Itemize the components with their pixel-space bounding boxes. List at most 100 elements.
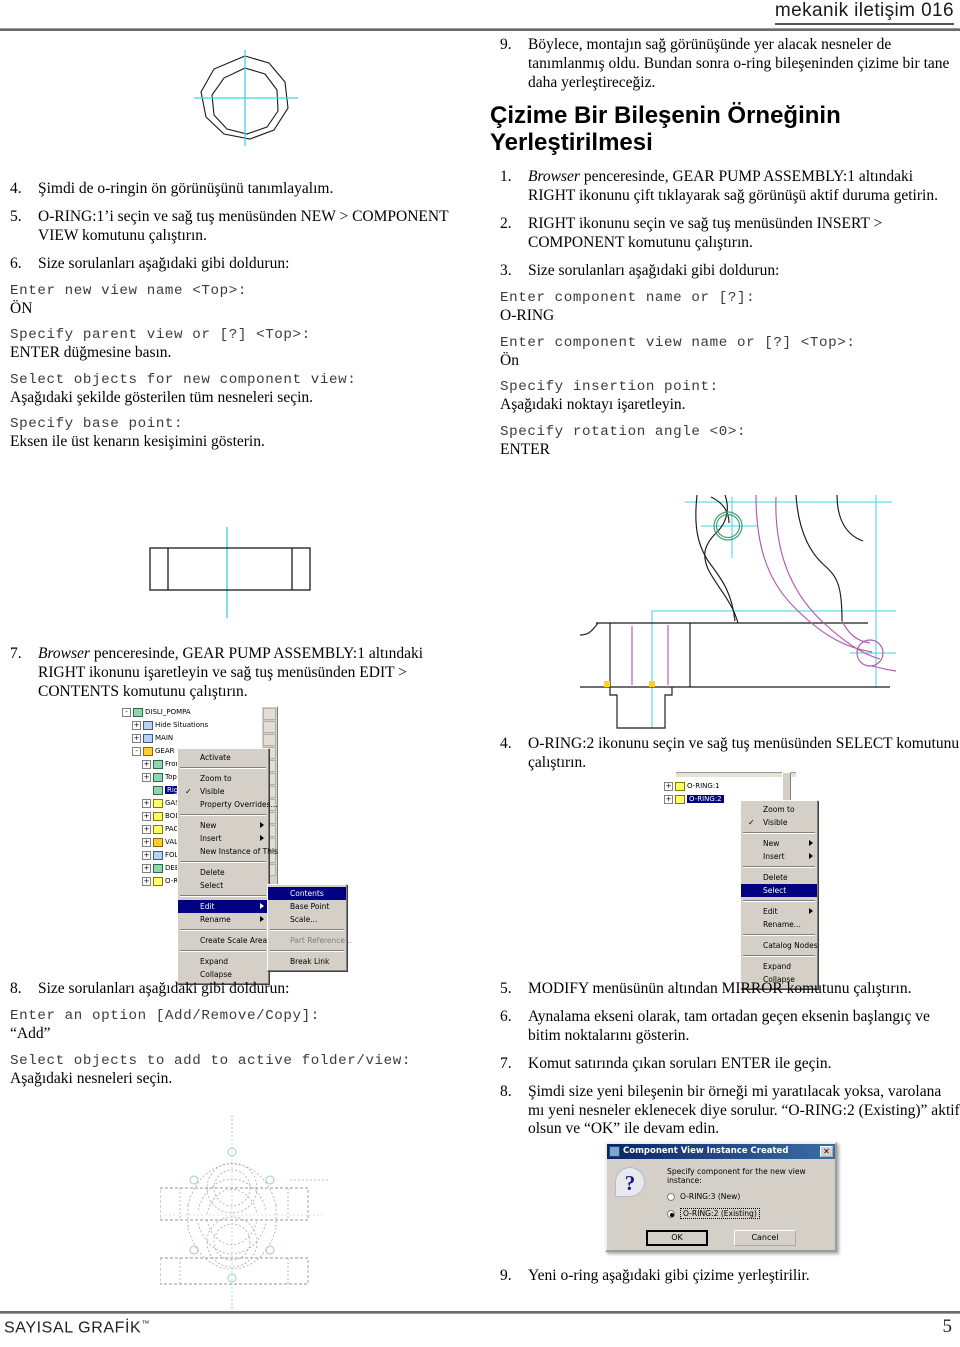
tree-expander-icon[interactable]: +	[132, 734, 141, 743]
oring-browser-screenshot[interactable]: + O-RING:1 + O-RING:2 Zoom to ✓ Visible New Ins…	[662, 772, 862, 989]
tree-node-icon	[133, 708, 143, 717]
tree-expander-icon[interactable]: +	[142, 760, 151, 769]
tree-node[interactable]: + O-RING:1	[664, 780, 774, 793]
menu-item-label: Rename...	[763, 920, 801, 929]
cancel-button[interactable]: Cancel	[734, 1230, 796, 1246]
tree-node-icon	[143, 721, 153, 730]
menu-item-label: Visible	[200, 787, 225, 796]
list-text: Yeni o-ring aşağıdaki gibi çizime yerleş…	[528, 1267, 810, 1284]
menu-item[interactable]: Insert	[741, 850, 817, 863]
menu-item[interactable]: New	[178, 819, 268, 832]
menu-item[interactable]: Base Point	[268, 900, 346, 913]
menu-item[interactable]: Select	[741, 884, 817, 897]
list-text: O-RING:1’i seçin ve sağ tuş menüsünden N…	[38, 207, 449, 244]
tree-expander-icon[interactable]: +	[664, 782, 673, 791]
menu-item[interactable]: Contents	[268, 887, 346, 900]
menu-item-label: Select	[200, 881, 224, 890]
tree-expander-icon[interactable]: +	[664, 795, 673, 804]
tree-expander-icon[interactable]: -	[122, 708, 131, 717]
list-text: MODIFY menüsünün altından MIRROR komutun…	[528, 980, 912, 997]
list-text: Size sorulanları aşağıdaki gibi doldurun…	[38, 254, 290, 272]
submenu-arrow-icon	[260, 822, 264, 828]
list-item: 9. Böylece, montajın sağ görünüşünde yer…	[490, 36, 960, 93]
menu-item-label: Scale...	[290, 915, 318, 924]
tree-expander-icon[interactable]: +	[142, 864, 151, 873]
menu-item[interactable]: Expand	[741, 960, 817, 973]
command-answer: Aşağıdaki şekilde gösterilen tüm nesnele…	[10, 388, 314, 406]
toolbar-button-edit-icon[interactable]	[263, 734, 276, 746]
tree-expander-icon[interactable]: +	[142, 851, 151, 860]
tree-node-label: MAIN	[155, 734, 174, 742]
list-number: 3.	[500, 262, 512, 280]
submenu-arrow-icon	[809, 840, 813, 846]
list-number: 8.	[10, 980, 22, 997]
menu-item[interactable]: Property Overrides...	[178, 798, 278, 811]
radio-icon[interactable]	[667, 1192, 675, 1201]
menu-item[interactable]: Select	[178, 879, 268, 892]
tree-expander-icon[interactable]: +	[132, 721, 141, 730]
oring-context-menu[interactable]: Zoom to ✓ Visible New Insert Delete Select Edit…	[740, 800, 818, 989]
menu-item[interactable]: Edit	[178, 900, 268, 913]
tree-node[interactable]: + Hide Situations	[122, 719, 272, 732]
menu-item[interactable]: Edit	[741, 905, 817, 918]
menu-item-label: New Instance of This	[200, 847, 278, 856]
menu-item[interactable]: Zoom to	[741, 803, 817, 816]
left-column-item8: 8. Size sorulanları aşağıdaki gibi doldu…	[0, 980, 470, 1090]
figure-selected-objects: .d { fill:none; stroke:#555; stroke-widt…	[159, 1110, 370, 1320]
context-menu[interactable]: Activate Zoom to ✓ Visible Property Override…	[177, 748, 278, 984]
radio-icon-selected[interactable]	[667, 1209, 675, 1218]
tree-expander-icon[interactable]: -	[132, 747, 141, 756]
toolbar-button-pan-icon[interactable]	[263, 721, 276, 733]
menu-item[interactable]: Activate	[178, 751, 268, 764]
menu-item[interactable]: Zoom to	[178, 772, 268, 785]
menu-item[interactable]: Delete	[178, 866, 268, 879]
tree-node-icon	[153, 773, 163, 782]
menu-separator	[180, 861, 266, 863]
menu-item[interactable]: Rename...	[741, 918, 817, 931]
menu-item[interactable]: Break Link	[268, 955, 346, 968]
list-text: penceresinde, GEAR PUMP ASSEMBLY:1 altın…	[528, 168, 938, 205]
context-submenu[interactable]: Contents Base Point Scale... Part Reference…	[267, 884, 352, 971]
list-item: 6. Aynalama ekseni olarak, tam ortadan g…	[490, 1008, 960, 1046]
close-icon[interactable]: ✕	[820, 1146, 833, 1157]
menu-item[interactable]: Expand	[178, 955, 268, 968]
command-prompt: Specify base point:	[10, 416, 184, 433]
menu-item[interactable]: New	[741, 837, 817, 850]
list-text: Size sorulanları aşağıdaki gibi doldurun…	[528, 262, 780, 280]
menu-item[interactable]: ✓ Visible	[741, 816, 817, 829]
menu-item[interactable]: Scale...	[268, 913, 346, 926]
list-item: 2. RIGHT ikonunu seçin ve sağ tuş menüsü…	[490, 215, 960, 253]
menu-item[interactable]: Create Scale Area...	[178, 934, 274, 947]
menu-item[interactable]: Rename	[178, 913, 268, 926]
tree-expander-icon[interactable]: +	[142, 877, 151, 886]
command-prompt: Select objects for new component view:	[10, 371, 357, 388]
tree-node[interactable]: - DISLI_POMPA	[122, 706, 272, 719]
list-item: 8. Size sorulanları aşağıdaki gibi doldu…	[0, 980, 470, 999]
menu-item[interactable]: Catalog Nodes	[741, 939, 818, 952]
browser-screenshot[interactable]: -DISLI_POMPA+Hide Situations+MAIN-GEAR P…	[122, 706, 362, 984]
menu-item[interactable]: Insert	[178, 832, 268, 845]
menu-item[interactable]: Delete	[741, 871, 817, 884]
menu-item[interactable]: New Instance of This	[178, 845, 278, 858]
tree-expander-icon[interactable]: +	[142, 812, 151, 821]
menu-item[interactable]: ✓ Visible	[178, 785, 268, 798]
tree-expander-icon[interactable]: +	[142, 825, 151, 834]
tree-expander-icon[interactable]: +	[142, 773, 151, 782]
command-answer: ENTER düğmesine basın.	[10, 344, 172, 362]
tree-expander-icon[interactable]: +	[142, 799, 151, 808]
menu-separator	[180, 767, 266, 769]
radio-option-existing[interactable]: O-RING:2 (Existing)	[667, 1208, 827, 1219]
tree-node[interactable]: + MAIN	[122, 732, 272, 745]
menu-separator	[743, 900, 815, 902]
command-prompt: Specify rotation angle <0>:	[500, 423, 747, 440]
radio-option-new[interactable]: O-RING:3 (New)	[667, 1192, 827, 1201]
list-text: RIGHT ikonunu seçin ve sağ tuş menüsünde…	[528, 215, 883, 252]
component-view-instance-dialog[interactable]: Component View Instance Created ✕ ? Spec…	[605, 1142, 837, 1252]
toolbar-button-zoom-icon[interactable]	[263, 708, 276, 720]
menu-item-label: Zoom to	[200, 774, 232, 783]
ok-button[interactable]: OK	[646, 1230, 708, 1246]
tree-expander-icon[interactable]: +	[142, 838, 151, 847]
tree-node-icon	[153, 760, 163, 769]
submenu-arrow-icon	[260, 903, 264, 909]
checkmark-icon: ✓	[185, 787, 192, 796]
